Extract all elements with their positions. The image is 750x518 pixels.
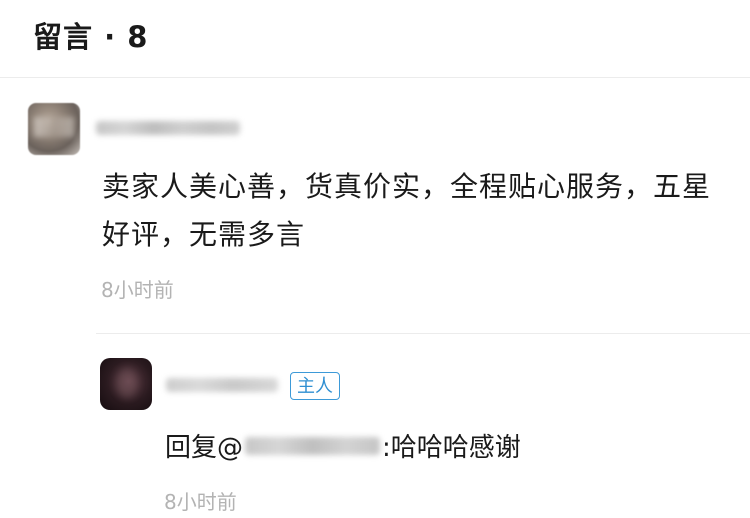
owner-avatar[interactable]	[100, 358, 152, 410]
page-title: 留言 · 8	[33, 20, 149, 54]
comment-time: 8小时前	[101, 278, 174, 302]
commenter-avatar[interactable]	[28, 103, 80, 155]
reply-time: 8小时前	[164, 490, 237, 514]
divider	[96, 333, 750, 334]
header: 留言 · 8	[0, 0, 750, 78]
reply-message: :哈哈哈感谢	[382, 433, 521, 463]
owner-name-redacted[interactable]	[166, 378, 278, 392]
mentioned-user-redacted[interactable]	[245, 436, 381, 455]
comment-text: 卖家人美心善，货真价实，全程贴心服务，五星好评，无需多言	[102, 170, 712, 251]
reply-text: 回复@ :哈哈哈感谢	[165, 427, 521, 464]
owner-badge: 主人	[290, 372, 340, 400]
commenter-name-redacted[interactable]	[96, 121, 240, 135]
reply-prefix: 回复@	[165, 433, 244, 463]
